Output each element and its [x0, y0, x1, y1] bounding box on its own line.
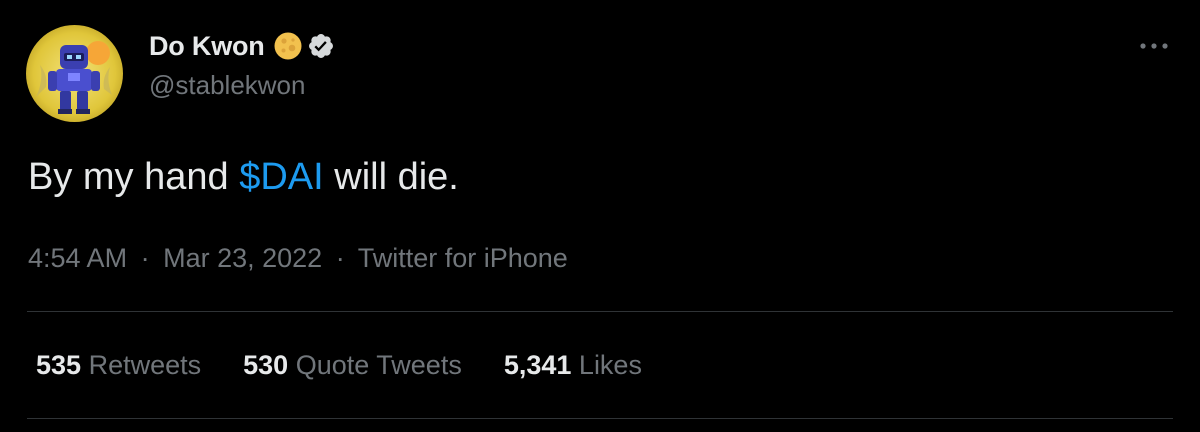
meta-separator: ·	[140, 243, 150, 273]
tweet-header: Do Kwon @stablekwon	[149, 28, 335, 101]
tweet-text: By my hand $DAI will die.	[28, 156, 459, 199]
divider	[27, 311, 1173, 312]
user-handle[interactable]: @stablekwon	[149, 70, 335, 101]
cashtag-link[interactable]: $DAI	[239, 156, 323, 198]
stat-label: Likes	[578, 350, 642, 380]
divider	[27, 418, 1173, 419]
retweets-stat[interactable]: 535 Retweets	[36, 350, 201, 381]
tweet-card: Do Kwon @stablekwon By my hand $DAI will…	[0, 0, 1200, 432]
tweet-text-after: will die.	[323, 156, 459, 198]
stat-label: Quote Tweets	[295, 350, 462, 380]
meta-separator: ·	[335, 243, 345, 273]
tweet-text-before: By my hand	[28, 156, 240, 198]
likes-stat[interactable]: 5,341 Likes	[504, 350, 642, 381]
name-row: Do Kwon	[149, 28, 335, 64]
tweet-source[interactable]: Twitter for iPhone	[358, 243, 568, 273]
display-name[interactable]: Do Kwon	[149, 31, 265, 62]
more-options-icon[interactable]	[1136, 36, 1172, 56]
engagement-stats: 535 Retweets 530 Quote Tweets 5,341 Like…	[36, 350, 684, 381]
quote-tweets-stat[interactable]: 530 Quote Tweets	[243, 350, 462, 381]
stat-count: 530	[243, 350, 289, 380]
moon-emoji-icon	[273, 31, 303, 61]
tweet-date[interactable]: Mar 23, 2022	[163, 243, 322, 273]
tweet-meta: 4:54 AM · Mar 23, 2022 · Twitter for iPh…	[28, 243, 568, 274]
stat-count: 535	[36, 350, 82, 380]
stat-label: Retweets	[88, 350, 202, 380]
avatar[interactable]	[26, 25, 123, 122]
stat-count: 5,341	[503, 350, 572, 380]
robot-avatar-icon	[26, 25, 123, 122]
verified-badge-icon	[307, 32, 335, 60]
tweet-time[interactable]: 4:54 AM	[28, 243, 127, 273]
